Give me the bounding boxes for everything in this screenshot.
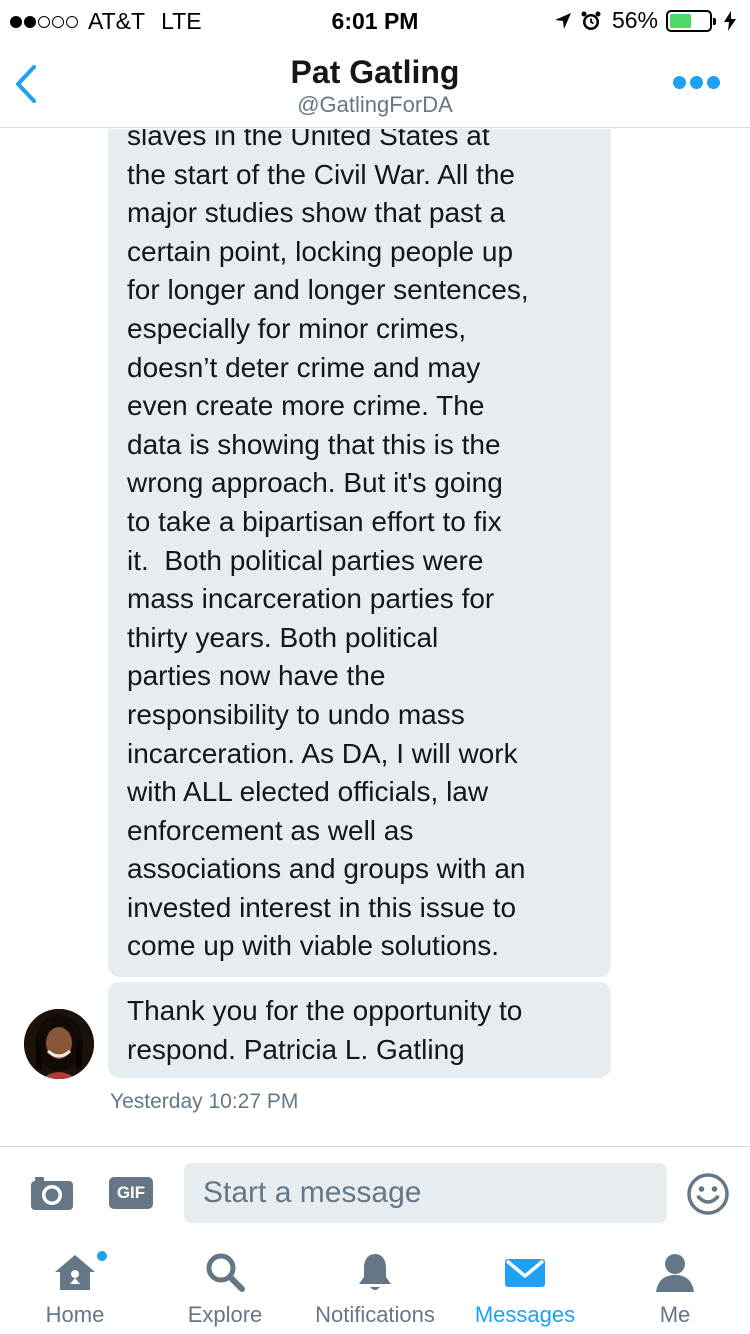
message-input[interactable] <box>184 1163 667 1223</box>
search-icon <box>206 1253 245 1292</box>
message-line: doesn’t deter crime and may <box>127 351 481 383</box>
message-line: with ALL elected officials, law <box>127 776 489 808</box>
message-line: associations and groups with an <box>127 853 526 885</box>
more-options-button[interactable] <box>669 76 720 89</box>
camera-icon <box>31 1177 73 1210</box>
message-line: it. Both political parties were <box>127 544 484 576</box>
contact-name[interactable]: Pat Gatling <box>0 54 750 91</box>
message-text: Thank you for the opportunity to respond.… <box>127 992 593 1069</box>
more-dot-icon <box>690 76 703 89</box>
tab-home[interactable]: Home <box>0 1238 150 1334</box>
message-line: for longer and longer sentences, <box>127 274 529 306</box>
message-line: the start of the Civil War. All the <box>127 158 516 190</box>
battery-icon <box>666 9 716 32</box>
contact-handle[interactable]: @GatlingForDA <box>0 92 750 118</box>
message-line: mass incarceration parties for <box>127 583 495 615</box>
more-dot-icon <box>707 76 720 89</box>
message-line: data is showing that this is the <box>127 428 501 460</box>
tab-label: Me <box>659 1302 691 1327</box>
message-line: come up with viable solutions. <box>127 930 499 962</box>
tab-explore[interactable]: Explore <box>150 1238 300 1334</box>
message-line: even create more crime. The <box>127 390 485 422</box>
message-line: incarceration. As DA, I will work <box>127 737 518 769</box>
tab-messages[interactable]: Messages <box>450 1238 600 1334</box>
notification-dot <box>96 1250 108 1262</box>
message-line: invested interest in this issue to <box>127 891 517 923</box>
tab-bar: Home Explore Notifications Messages Me <box>0 1238 750 1334</box>
message-text: slaves in the United States at the start … <box>127 129 593 966</box>
message-bubble[interactable]: Thank you for the opportunity to respond.… <box>108 982 611 1078</box>
message-line: certain point, locking people up <box>127 235 514 267</box>
bell-icon <box>359 1254 391 1290</box>
more-dot-icon <box>673 76 686 89</box>
message-bubble[interactable]: slaves in the United States at the start … <box>108 129 611 977</box>
message-line: slaves in the United States at <box>127 129 490 151</box>
conversation-header: Pat Gatling @GatlingForDA <box>0 40 750 128</box>
battery-percent: 56% <box>611 7 658 33</box>
message-line: thirty years. Both political <box>127 621 439 653</box>
location-arrow-icon <box>554 12 572 30</box>
home-icon <box>55 1255 95 1290</box>
message-line: major studies show that past a <box>127 197 506 229</box>
gif-button[interactable]: GIF <box>109 1177 153 1209</box>
message-line: to take a bipartisan effort to fix <box>127 505 502 537</box>
tab-me[interactable]: Me <box>600 1238 750 1334</box>
tab-notifications[interactable]: Notifications <box>300 1238 450 1334</box>
smiley-icon <box>687 1173 729 1215</box>
message-line: especially for minor crimes, <box>127 312 467 344</box>
tab-label: Notifications <box>315 1302 435 1327</box>
avatar[interactable] <box>24 1009 94 1079</box>
envelope-icon <box>505 1259 545 1287</box>
message-composer: GIF <box>0 1146 750 1238</box>
message-line: enforcement as well as <box>127 814 414 846</box>
message-thread[interactable]: slaves in the United States at the start … <box>0 129 750 1146</box>
battery-level <box>670 13 692 28</box>
message-line: responsibility to undo mass <box>127 698 465 730</box>
message-line: wrong approach. But it's going <box>127 467 503 499</box>
tab-label: Home <box>45 1302 105 1327</box>
tab-label: Explore <box>187 1302 263 1327</box>
message-line: parties now have the <box>127 660 386 692</box>
camera-button[interactable] <box>30 1175 74 1216</box>
message-line: respond. Patricia L. Gatling <box>127 1033 465 1065</box>
tab-label: Messages <box>474 1302 576 1327</box>
alarm-clock-icon <box>580 10 602 32</box>
profile-photo-icon <box>24 1009 94 1079</box>
person-icon <box>656 1254 694 1292</box>
charging-bolt-icon <box>724 10 736 31</box>
message-timestamp: Yesterday 10:27 PM <box>110 1090 299 1113</box>
status-bar: AT&T LTE 6:01 PM 56% <box>0 0 750 40</box>
message-line: Thank you for the opportunity to <box>127 995 523 1026</box>
emoji-button[interactable] <box>686 1172 730 1221</box>
status-right: 56% <box>546 7 736 34</box>
